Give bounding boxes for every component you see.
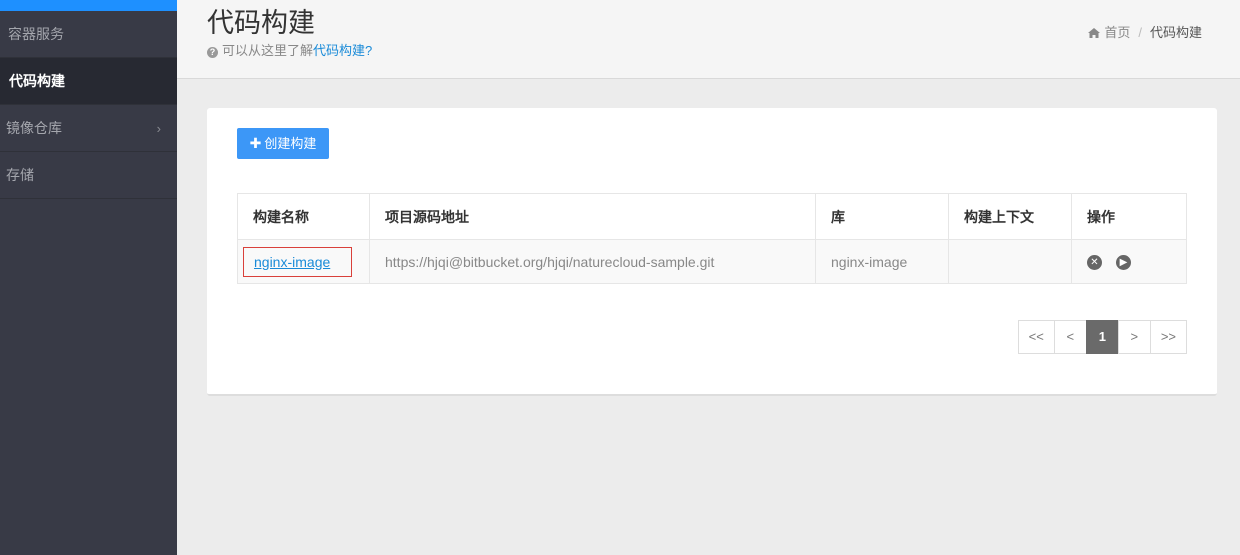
page-prev-button[interactable]: < (1053, 320, 1087, 354)
cell-name: nginx-image (237, 239, 370, 284)
create-build-button[interactable]: ✚ 创建构建 (237, 128, 329, 159)
table-header-row: 构建名称 项目源码地址 库 构建上下文 操作 (237, 193, 1187, 240)
sidebar-item-label: 存储 (6, 167, 34, 183)
pagination: << < 1 > >> (1017, 320, 1187, 354)
delete-circle-icon[interactable]: ✕ (1087, 254, 1102, 270)
page-current-button[interactable]: 1 (1085, 320, 1119, 354)
column-header-library: 库 (815, 193, 949, 240)
home-icon (1088, 26, 1101, 38)
page-header: 代码构建 ? 可以从这里了解代码构建? 首页 / 代码构建 (177, 0, 1240, 79)
breadcrumb-current: 代码构建 (1149, 25, 1202, 40)
cell-actions: ✕ ▶ (1071, 239, 1187, 284)
question-circle-icon: ? (207, 47, 218, 58)
column-header-context: 构建上下文 (948, 193, 1072, 240)
column-header-actions: 操作 (1071, 193, 1187, 240)
play-circle-icon[interactable]: ▶ (1116, 254, 1131, 270)
sidebar-item-storage[interactable]: 存储 (0, 152, 177, 199)
breadcrumb: 首页 / 代码构建 (1088, 22, 1202, 41)
sidebar: 容器服务 代码构建 镜像仓库 › 存储 (0, 0, 177, 555)
plus-icon: ✚ (249, 135, 262, 151)
breadcrumb-separator: / (1138, 25, 1142, 40)
sidebar-item-label: 容器服务 (8, 26, 64, 42)
sidebar-item-image-registry[interactable]: 镜像仓库 › (0, 105, 177, 152)
page-last-button[interactable]: >> (1149, 320, 1187, 354)
sidebar-item-label: 代码构建 (9, 73, 65, 89)
content-panel: ✚ 创建构建 构建名称 项目源码地址 库 构建上下文 操作 nginx-image… (207, 108, 1217, 396)
column-header-repo-url: 项目源码地址 (369, 193, 816, 240)
page-title: 代码构建 (207, 8, 315, 38)
page-first-button[interactable]: << (1017, 320, 1055, 354)
sidebar-item-code-build[interactable]: 代码构建 (0, 58, 177, 105)
sidebar-item-label: 镜像仓库 (6, 120, 62, 136)
page-subtitle: ? 可以从这里了解代码构建? (207, 40, 372, 59)
subtitle-help-link[interactable]: 代码构建? (313, 43, 372, 58)
builds-table: 构建名称 项目源码地址 库 构建上下文 操作 nginx-image https… (237, 193, 1187, 284)
chevron-right-icon: › (156, 121, 161, 136)
breadcrumb-home-link[interactable]: 首页 (1104, 25, 1130, 40)
page-next-button[interactable]: > (1117, 320, 1151, 354)
cell-library: nginx-image (815, 239, 949, 284)
column-header-name: 构建名称 (237, 193, 370, 240)
create-build-label: 创建构建 (264, 136, 317, 151)
cell-context (948, 239, 1072, 284)
sidebar-item-container-service[interactable]: 容器服务 (0, 11, 177, 58)
cell-repo-url: https://hjqi@bitbucket.org/hjqi/naturecl… (369, 239, 816, 284)
sidebar-top-accent (0, 0, 177, 11)
build-name-link[interactable]: nginx-image (243, 246, 352, 277)
table-row: nginx-image https://hjqi@bitbucket.org/h… (237, 239, 1187, 284)
subtitle-text: 可以从这里了解 (222, 43, 314, 58)
